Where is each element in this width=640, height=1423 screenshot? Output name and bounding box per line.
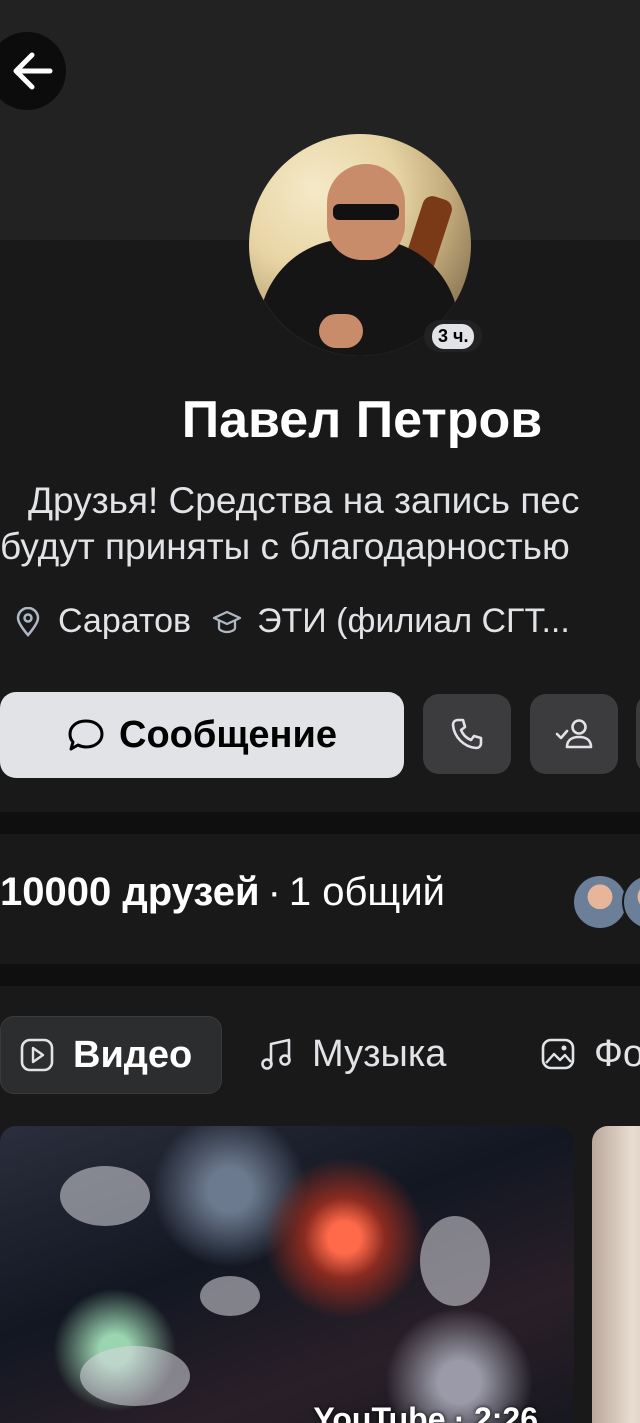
friends-summary[interactable]: 10000 друзей · 1 общий [0, 870, 445, 915]
tab-photo-label: Фо [594, 1032, 640, 1075]
music-icon [261, 1038, 291, 1070]
status-line-2: будут приняты с благодарностью [0, 526, 570, 567]
friend-avatar [622, 874, 640, 930]
mutual-friends: 1 общий [288, 870, 446, 914]
more-actions-button[interactable] [636, 694, 640, 774]
profile-page: 3 ч. Павел Петров Друзья! Средства на за… [0, 0, 640, 1423]
education-label: ЭТИ (филиал СГТ... [257, 602, 570, 640]
section-divider [0, 812, 640, 834]
profile-meta[interactable]: Саратов ЭТИ (филиал СГТ... [12, 602, 570, 641]
education-cap-icon [211, 609, 243, 635]
friend-status-button[interactable] [530, 694, 618, 774]
phone-icon [451, 718, 483, 750]
profile-name: Павел Петров [181, 391, 543, 449]
location-pin-icon [12, 606, 44, 637]
tab-video[interactable]: Видео [0, 1016, 222, 1094]
video-card[interactable]: YouTube · 2:26 [0, 1126, 574, 1423]
last-seen-badge: 3 ч. [424, 320, 483, 352]
friends-separator: · [267, 870, 281, 914]
tab-music-label: Музыка [312, 1032, 447, 1075]
arrow-left-icon [13, 52, 53, 90]
friend-check-icon [555, 719, 593, 749]
profile-status[interactable]: Друзья! Средства на запись пес будут при… [0, 478, 640, 570]
message-bubble-icon [68, 719, 104, 751]
call-button[interactable] [423, 694, 511, 774]
video-card[interactable] [592, 1126, 640, 1423]
tab-photo[interactable]: Фо [540, 1016, 640, 1092]
message-button[interactable]: Сообщение [0, 692, 404, 778]
last-seen-label: 3 ч. [432, 323, 475, 349]
tab-video-label: Видео [73, 1033, 193, 1076]
message-button-label: Сообщение [119, 713, 337, 756]
friend-avatar [572, 874, 628, 930]
tab-music[interactable]: Музыка [258, 1016, 446, 1092]
status-line-1: Друзья! Средства на запись пес [28, 480, 580, 521]
video-icon [20, 1038, 54, 1072]
section-divider [0, 964, 640, 986]
photo-icon [541, 1038, 575, 1070]
video-caption: YouTube · 2:26 [313, 1401, 538, 1423]
friends-count: 10000 друзей [0, 870, 260, 914]
city-label: Саратов [58, 602, 192, 640]
